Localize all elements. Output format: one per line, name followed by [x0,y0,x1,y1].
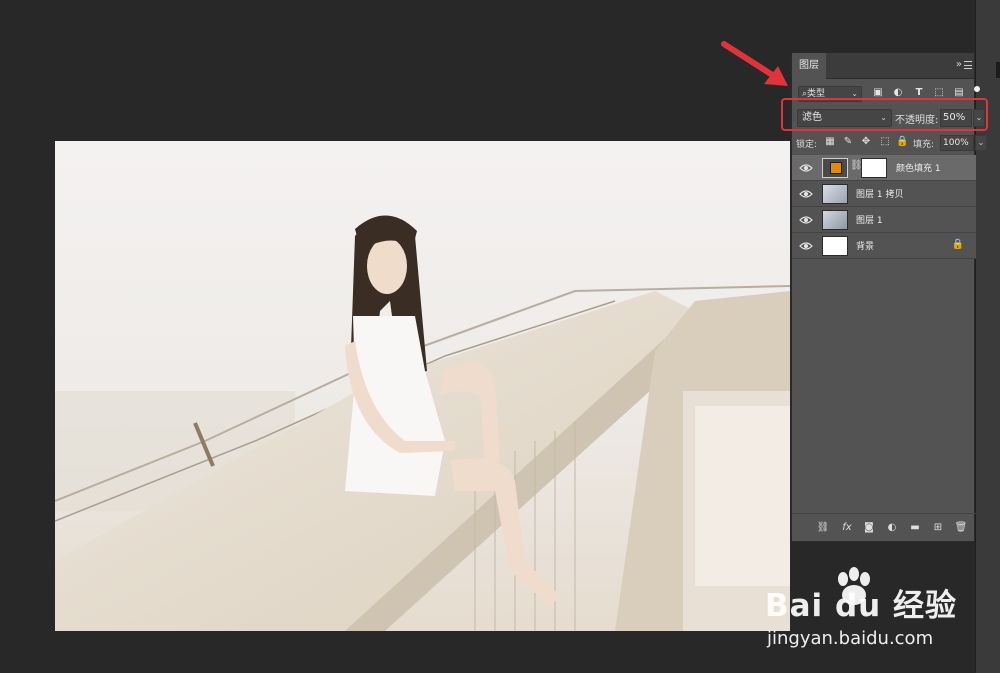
layer-name[interactable]: 背景 [856,239,874,252]
adjustment-layer-icon[interactable]: ◐ [885,521,899,535]
fill-input[interactable]: 100% [940,135,974,151]
layer-mask-thumbnail[interactable] [861,158,887,178]
blend-mode-highlight [781,98,988,131]
layer-thumbnail[interactable] [822,236,848,256]
layers-list: ⛓ 颜色填充 1 图层 1 拷贝 图层 1 背景 🔒 [792,155,976,259]
filter-toggle-icon[interactable] [974,86,980,92]
watermark-url: jingyan.baidu.com [767,628,934,649]
layer-row-background[interactable]: 背景 🔒 [792,233,976,259]
panel-menu-icon[interactable] [964,61,972,69]
collapse-icon[interactable]: » [956,59,962,70]
new-layer-icon[interactable]: ⊞ [931,521,945,535]
layer-name[interactable]: 图层 1 拷贝 [856,187,903,200]
photo-image [55,141,790,631]
lock-artboard-icon[interactable]: ⬚ [879,136,891,148]
fill-label: 填充: [913,140,935,150]
layer-row-color-fill[interactable]: ⛓ 颜色填充 1 [792,155,976,181]
panel-footer: ⛓ fx ◙ ◐ ▬ ⊞ 🗑 [792,513,976,541]
document-canvas[interactable] [55,141,790,631]
layer-name[interactable]: 图层 1 [856,213,883,226]
dock-grip[interactable] [996,62,1000,78]
lock-pixels-icon[interactable]: ✎ [842,136,854,148]
baidu-watermark: Bai du 经验 jingyan.baidu.com [765,567,985,649]
lock-icon[interactable]: 🔒 [952,239,964,250]
watermark-brand: Bai du 经验 [765,588,958,624]
layer-thumbnail[interactable] [822,184,848,204]
layer-row-copy[interactable]: 图层 1 拷贝 [792,181,976,207]
lock-transparent-icon[interactable]: ▦ [824,136,836,148]
link-layers-icon[interactable]: ⛓ [816,521,830,535]
layer-name[interactable]: 颜色填充 1 [896,161,941,174]
tab-layers[interactable]: 图层 [792,53,826,79]
fill-slider-toggle[interactable]: ⌄ [975,135,987,151]
add-mask-icon[interactable]: ◙ [862,521,876,535]
lock-label: 锁定: [796,140,818,150]
eye-icon[interactable] [799,161,813,175]
eye-icon[interactable] [799,239,813,253]
fx-icon[interactable]: fx [840,521,854,535]
lock-row: 锁定: ▦ ✎ ✥ ⬚ 🔒 填充: 100% ⌄ [796,135,987,151]
eye-icon[interactable] [799,213,813,227]
annotation-arrow-icon [721,41,788,86]
layer-thumbnail[interactable] [822,158,848,178]
lock-position-icon[interactable]: ✥ [860,136,872,148]
eye-icon[interactable] [799,187,813,201]
layer-thumbnail[interactable] [822,210,848,230]
panel-header: 图层 » [792,53,974,79]
trash-icon[interactable]: 🗑 [954,521,968,535]
group-folder-icon[interactable]: ▬ [908,521,922,535]
layer-row-layer1[interactable]: 图层 1 [792,207,976,233]
lock-all-icon[interactable]: 🔒 [896,136,908,148]
